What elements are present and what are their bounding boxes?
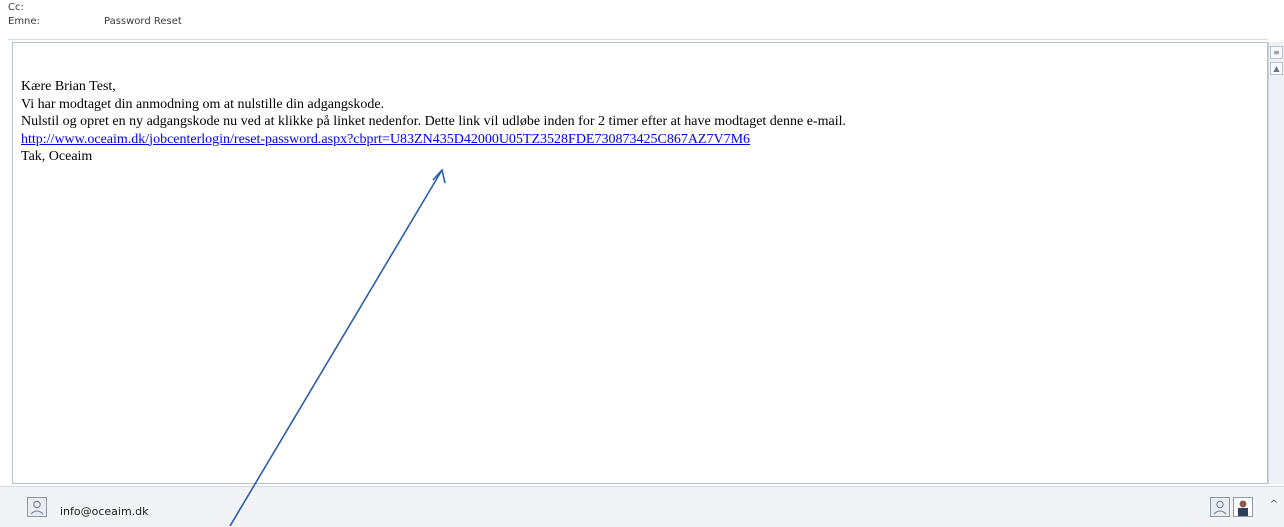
cc-label: Cc: (8, 2, 24, 13)
email-line-1: Vi har modtaget din anmodning om at nuls… (21, 96, 385, 112)
subject-label: Emne: (8, 16, 40, 27)
chevron-up-icon[interactable]: ^ (1268, 499, 1280, 513)
people-pane: info@oceaim.dk ^ (0, 486, 1284, 527)
reset-password-link[interactable]: http://www.oceaim.dk/jobcenterlogin/rese… (21, 131, 846, 149)
email-line-2: Nulstil og opret en ny adgangskode nu ve… (21, 114, 846, 129)
sender-email[interactable]: info@oceaim.dk (60, 505, 149, 518)
message-header (0, 0, 1284, 42)
subject-value: Password Reset (104, 16, 182, 27)
email-greeting: Kære Brian Test, (21, 79, 116, 94)
scroll-up-icon[interactable]: ▲ (1270, 62, 1283, 75)
person-icon[interactable] (1210, 497, 1230, 517)
person-icon[interactable] (27, 497, 47, 517)
collapse-header-icon[interactable]: ≡ (1270, 46, 1283, 59)
email-signoff: Tak, Oceaim (21, 149, 93, 164)
header-divider (8, 39, 1268, 40)
photo-avatar-icon[interactable] (1233, 497, 1253, 517)
vertical-scrollbar[interactable]: ≡ ▲ (1268, 42, 1284, 484)
email-content: Kære Brian Test, Vi har modtaget din anm… (21, 78, 846, 166)
